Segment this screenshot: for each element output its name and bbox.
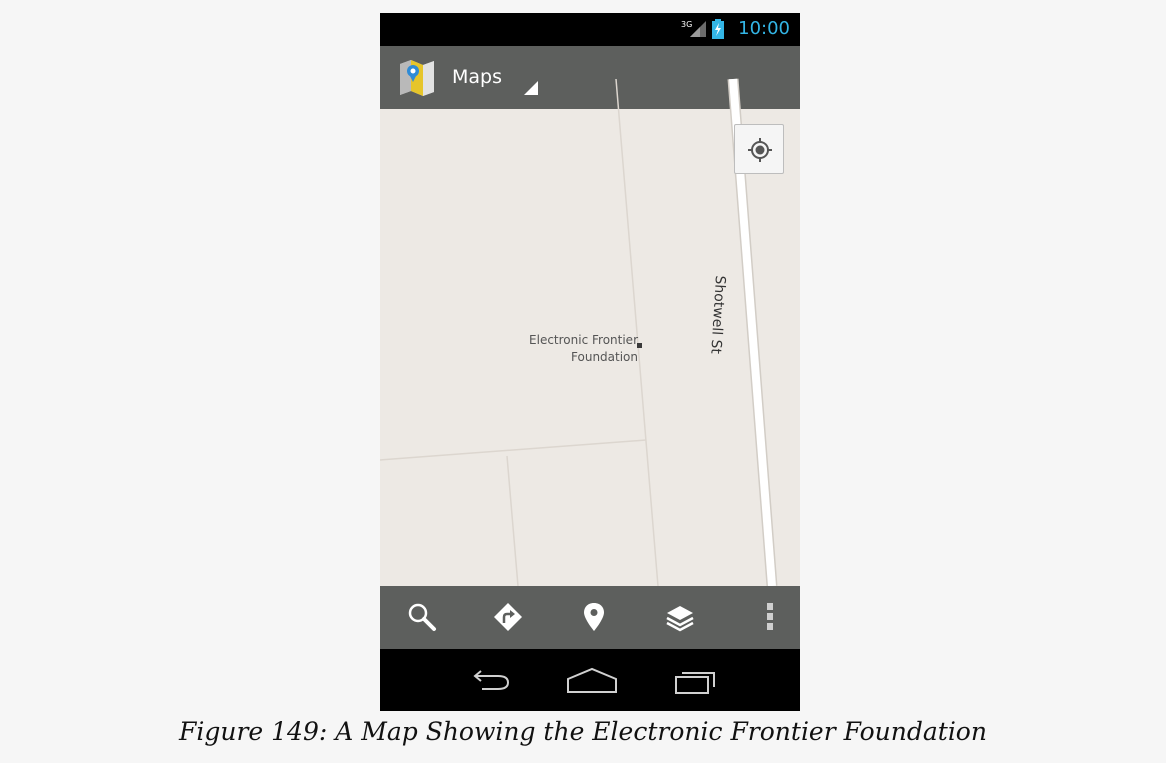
network-type-label: 3G [681, 20, 692, 29]
poi-marker[interactable] [637, 343, 642, 348]
overflow-menu-button[interactable] [740, 586, 800, 649]
bottom-toolbar [380, 586, 800, 649]
search-icon [408, 603, 436, 631]
poi-label-line1: Electronic Frontier [529, 333, 638, 347]
status-bar: 3G 10:00 [380, 13, 800, 46]
search-button[interactable] [392, 586, 452, 649]
poi-label-line2: Foundation [571, 350, 638, 364]
places-pin-icon [584, 603, 604, 631]
poi-label[interactable]: Electronic Frontier Foundation [488, 332, 638, 366]
my-location-icon [748, 138, 772, 162]
home-button[interactable] [546, 649, 626, 711]
back-button[interactable] [446, 649, 526, 711]
recents-button[interactable] [652, 649, 732, 711]
navigation-bar [380, 649, 800, 711]
directions-button[interactable] [478, 586, 538, 649]
back-icon [473, 670, 510, 690]
directions-icon [494, 603, 522, 631]
layers-icon [666, 606, 694, 632]
overflow-menu-icon [767, 603, 773, 630]
figure-caption: Figure 149: A Map Showing the Electronic… [179, 717, 987, 746]
battery-charging-icon [712, 19, 724, 43]
status-clock: 10:00 [738, 18, 790, 39]
signal-3g-icon: 3G [680, 18, 708, 42]
my-location-button[interactable] [734, 124, 784, 174]
recents-icon [675, 672, 715, 694]
places-button[interactable] [564, 586, 624, 649]
map-view[interactable]: Shotwell St Electronic Frontier Foundati… [380, 78, 800, 586]
layers-button[interactable] [650, 586, 710, 649]
home-icon [567, 667, 617, 693]
phone-screen: 3G 10:00 Maps Shotwell St Electronic Fro… [380, 13, 800, 711]
